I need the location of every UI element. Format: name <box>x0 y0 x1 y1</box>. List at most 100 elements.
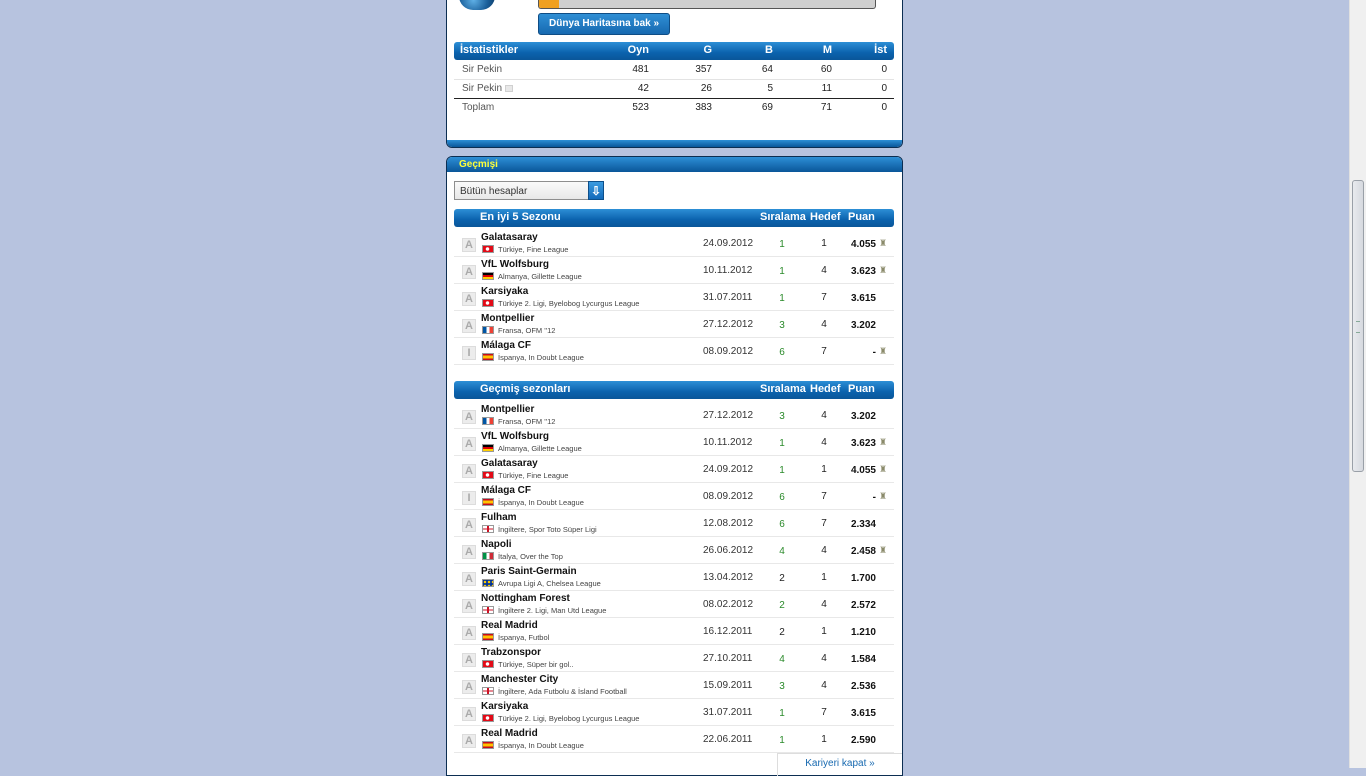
stats-row-name: Sir Pekin <box>462 64 502 75</box>
team-name-link[interactable]: Manchester City <box>481 674 558 685</box>
team-name-link[interactable]: VfL Wolfsburg <box>481 259 549 270</box>
account-badge: A <box>462 734 476 748</box>
team-name-link[interactable]: Real Madrid <box>481 620 538 631</box>
trophy-icon: ♜ <box>879 265 888 275</box>
team-name-link[interactable]: Paris Saint-Germain <box>481 566 577 577</box>
season-target: 7 <box>821 491 827 502</box>
progress-bar <box>538 0 876 9</box>
season-date: 08.02.2012 <box>703 599 754 610</box>
account-badge: A <box>462 319 476 333</box>
season-target: 4 <box>821 265 827 276</box>
season-rank: 1 <box>779 465 785 476</box>
season-target: 1 <box>821 238 827 249</box>
close-career-link[interactable]: Kariyeri kapat » <box>777 753 902 776</box>
account-badge: A <box>462 518 476 532</box>
team-name-link[interactable]: Karsiyaka <box>481 701 528 712</box>
team-name-link[interactable]: Montpellier <box>481 313 534 324</box>
season-date: 13.04.2012 <box>703 572 754 583</box>
account-badge: A <box>462 410 476 424</box>
league-name: İspanya, In Doubt League <box>498 498 584 507</box>
stats-cell-won: 357 <box>695 64 712 75</box>
league-name: Avrupa Ligi A, Chelsea League <box>498 579 601 588</box>
stats-row-label: Sir Pekin <box>462 83 503 94</box>
flag-icon <box>482 606 494 614</box>
history-title: Geçmişi <box>459 159 498 170</box>
history-panel: Geçmişi Bütün hesaplar ⇩ En iyi 5 Sezonu… <box>446 156 903 776</box>
season-points: 2.458 <box>850 546 876 557</box>
season-row: A Manchester City İngiltere, Ada Futbolu &… <box>454 672 894 699</box>
league-name: İspanya, Futbol <box>498 633 550 642</box>
season-points: 1.700 <box>850 573 876 584</box>
arrow-down-icon[interactable]: ⇩ <box>588 181 604 200</box>
team-name-link[interactable]: Montpellier <box>481 404 534 415</box>
league-name: İtalya, Over the Top <box>498 552 563 561</box>
season-rank: 1 <box>779 708 785 719</box>
season-target: 4 <box>821 680 827 691</box>
world-map-button[interactable]: Dünya Haritasına bak » <box>538 13 671 35</box>
flag-icon <box>482 741 494 749</box>
vertical-scrollbar[interactable] <box>1349 0 1366 768</box>
flag-icon <box>482 444 494 452</box>
season-row: A Montpellier Fransa, OFM ''12 27.12.2012 3 4… <box>454 402 894 429</box>
past-col-target: Hedef <box>810 383 841 395</box>
account-badge: A <box>462 464 476 478</box>
stats-cell-other: 0 <box>881 83 887 94</box>
league-name: İngiltere, Ada Futbolu & İsland Football <box>498 687 627 696</box>
team-name-link[interactable]: VfL Wolfsburg <box>481 431 549 442</box>
team-name-link[interactable]: Karsiyaka <box>481 286 528 297</box>
season-target: 7 <box>821 518 827 529</box>
season-date: 10.11.2012 <box>703 265 753 276</box>
season-rank: 4 <box>779 654 785 665</box>
stats-cell-lost: 60 <box>820 64 832 75</box>
trophy-icon: ♜ <box>879 346 888 356</box>
season-rank: 4 <box>779 546 785 557</box>
flag-icon <box>482 245 494 253</box>
team-name-link[interactable]: Trabzonspor <box>481 647 541 658</box>
stats-cell-won: 26 <box>700 83 712 94</box>
stats-cell-played: 42 <box>637 83 649 94</box>
stats-cell-won: 383 <box>695 102 712 113</box>
league-name: Türkiye 2. Ligi, Byelobog Lycurgus Leagu… <box>498 299 640 308</box>
season-date: 08.09.2012 <box>703 346 754 357</box>
info-icon[interactable] <box>505 84 514 92</box>
season-points: 2.572 <box>850 600 876 611</box>
team-name-link[interactable]: Galatasaray <box>481 458 538 469</box>
stats-title: İstatistikler <box>460 44 519 56</box>
season-row: A Fulham İngiltere, Spor Toto Süper Ligi 12… <box>454 510 894 537</box>
team-name-link[interactable]: Real Madrid <box>481 728 538 739</box>
account-badge: A <box>462 545 476 559</box>
season-rank: 1 <box>779 239 785 250</box>
account-badge: I <box>462 491 476 505</box>
league-name: Türkiye 2. Ligi, Byelobog Lycurgus Leagu… <box>498 714 640 723</box>
season-rank: 1 <box>779 735 785 746</box>
stats-cell-lost: 11 <box>821 83 832 94</box>
account-filter-value: Bütün hesaplar <box>460 186 528 197</box>
stats-row-label: Sir Pekin <box>462 64 503 75</box>
flag-icon <box>482 633 494 641</box>
trophy-icon: ♜ <box>879 545 888 555</box>
trophy-icon: ♜ <box>879 238 888 248</box>
season-date: 27.12.2012 <box>703 319 754 330</box>
team-name-link[interactable]: Málaga CF <box>481 340 531 351</box>
league-name: Fransa, OFM ''12 <box>498 417 556 426</box>
season-points: 4.055 <box>850 239 876 250</box>
season-date: 08.09.2012 <box>703 491 754 502</box>
stats-row: Sir Pekin 42 26 5 11 0 <box>454 79 894 98</box>
season-row: A Montpellier Fransa, OFM ''12 27.12.2012 3 4… <box>454 311 894 338</box>
team-name-link[interactable]: Galatasaray <box>481 232 538 243</box>
flag-icon <box>482 272 494 280</box>
team-name-link[interactable]: Fulham <box>481 512 517 523</box>
team-name-link[interactable]: Málaga CF <box>481 485 531 496</box>
stats-total-row: Toplam 523 383 69 71 0 <box>454 98 894 117</box>
season-row: A Napoli İtalya, Over the Top 26.06.2012 4 4 2… <box>454 537 894 564</box>
season-date: 24.09.2012 <box>703 464 754 475</box>
team-name-link[interactable]: Nottingham Forest <box>481 593 570 604</box>
scrollbar-thumb[interactable] <box>1352 180 1364 472</box>
flag-icon <box>482 714 494 722</box>
team-name-link[interactable]: Napoli <box>481 539 512 550</box>
season-date: 22.06.2011 <box>703 734 753 745</box>
season-rank: 2 <box>779 573 785 584</box>
stats-cell-drawn: 69 <box>761 102 773 113</box>
stats-cell-other: 0 <box>881 64 887 75</box>
account-filter-select[interactable]: Bütün hesaplar ⇩ <box>454 181 604 200</box>
